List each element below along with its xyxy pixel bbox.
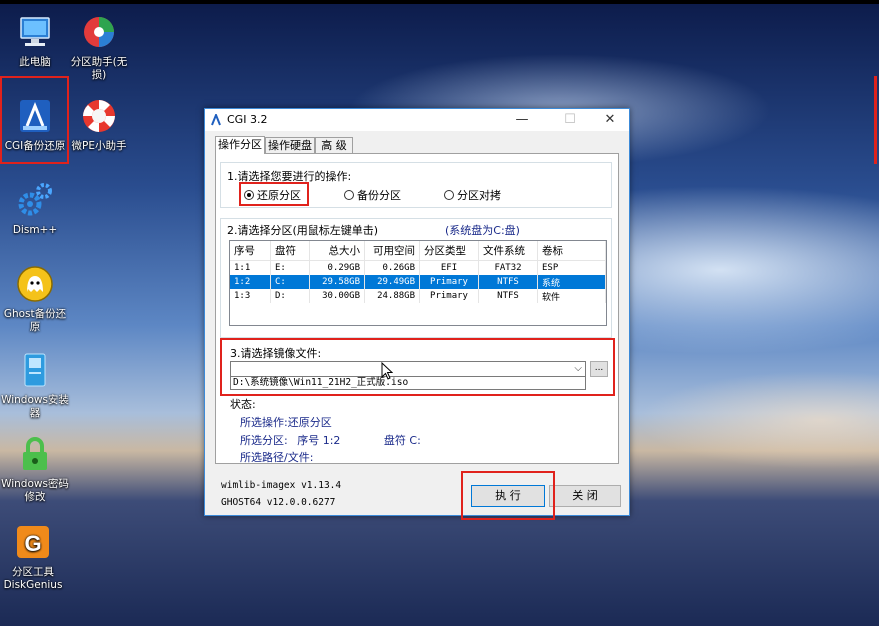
top-frame-strip	[0, 0, 879, 4]
version-ghost: GHOST64 v12.0.0.6277	[221, 497, 336, 508]
desktop-icon-dism[interactable]: Dism++	[0, 180, 70, 237]
tab-advanced[interactable]: 高 级	[315, 137, 353, 153]
cell-ptype: EFI	[419, 260, 479, 275]
cell-total: 0.29GB	[309, 260, 365, 275]
desktop-icon-label: Windows安装器	[1, 394, 69, 419]
desktop-icon-label: Windows密码修改	[1, 478, 69, 503]
cell-label: 软件	[537, 289, 606, 303]
desktop-icon-ghost-backup[interactable]: Ghost备份还原	[0, 264, 70, 334]
status-label: 所选操作:	[240, 416, 288, 429]
annotation-highlight-image-file	[220, 338, 615, 396]
cgi-window: CGI 3.2 — ☐ ✕ 操作分区 操作硬盘 高 级 1.请选择您要进行的操作…	[204, 108, 630, 516]
version-wimlib: wimlib-imagex v1.13.4	[221, 480, 342, 491]
desktop-icon-partition-assistant[interactable]: 分区助手(无损)	[64, 12, 134, 82]
cell-idx: 1:2	[230, 275, 271, 289]
cell-idx: 1:3	[230, 289, 271, 303]
tab-operate-partition[interactable]: 操作分区	[215, 136, 265, 154]
status-value: 盘符 C:	[383, 434, 421, 447]
title-bar[interactable]: CGI 3.2 — ☐ ✕	[205, 109, 629, 131]
column-header[interactable]: 序号	[230, 241, 271, 261]
column-header[interactable]: 总大小	[309, 241, 365, 261]
radio-backup-partition[interactable]: 备份分区	[344, 187, 401, 203]
status-label: 所选路径/文件:	[240, 451, 314, 464]
radio-partition-copy[interactable]: 分区对拷	[444, 187, 501, 203]
desktop-icon-wepe-helper[interactable]: 微PE小助手	[64, 96, 134, 153]
gears-icon	[15, 180, 55, 220]
ghost-icon	[15, 264, 55, 304]
radio-dot	[444, 190, 454, 200]
status-selected-path: 所选路径/文件:	[240, 449, 313, 465]
status-value: 还原分区	[287, 416, 332, 429]
radio-label: 备份分区	[357, 189, 401, 202]
mouse-cursor-icon	[381, 362, 393, 380]
desktop-icon-label: 此电脑	[19, 56, 51, 68]
lifebuoy-icon	[79, 96, 119, 136]
desktop-icon-label: Dism++	[12, 224, 58, 236]
desktop-icon-label: 分区助手(无损)	[70, 56, 128, 81]
cell-ptype: Primary	[419, 275, 479, 289]
desktop-icon-label: 微PE小助手	[71, 140, 127, 152]
cell-fs: NTFS	[478, 275, 538, 289]
minimize-button[interactable]: —	[507, 111, 537, 129]
svg-text:G: G	[24, 531, 41, 556]
desktop-icon-label: Ghost备份还原	[3, 308, 67, 333]
column-header[interactable]: 可用空间	[364, 241, 420, 261]
desktop-icon-windows-installer[interactable]: Windows安装器	[0, 350, 70, 420]
cell-free: 29.49GB	[364, 275, 420, 289]
close-button[interactable]: 关 闭	[549, 485, 621, 507]
status-selected-operation: 所选操作:还原分区	[240, 414, 332, 430]
lock-icon	[15, 434, 55, 474]
cell-drive: E:	[270, 260, 310, 275]
cell-idx: 1:1	[230, 260, 271, 275]
column-header[interactable]: 卷标	[537, 241, 606, 261]
cell-drive: C:	[270, 275, 310, 289]
tab-operate-disk[interactable]: 操作硬盘	[265, 137, 315, 153]
annotation-highlight-cgi-icon	[0, 76, 69, 164]
diskgenius-icon: G	[13, 522, 53, 562]
table-row[interactable]: 1:3 D: 30.00GB 24.88GB Primary NTFS 软件	[230, 289, 606, 303]
radio-dot	[344, 190, 354, 200]
status-selected-partition: 所选分区: 序号 1:2 盘符 C:	[240, 432, 421, 448]
status-value: 序号 1:2	[297, 434, 341, 447]
table-header-row: 序号 盘符 总大小 可用空间 分区类型 文件系统 卷标	[230, 241, 606, 261]
cell-free: 24.88GB	[364, 289, 420, 303]
status-heading: 状态:	[230, 398, 256, 411]
cell-fs: NTFS	[478, 289, 538, 303]
cell-label: ESP	[537, 260, 606, 275]
partition-assistant-icon	[79, 12, 119, 52]
cell-drive: D:	[270, 289, 310, 303]
desktop-icon-diskgenius[interactable]: G 分区工具DiskGenius	[0, 522, 68, 592]
system-drive-note: (系统盘为C:盘)	[444, 222, 521, 238]
cell-total: 29.58GB	[309, 275, 365, 289]
app-icon	[211, 112, 221, 126]
installer-box-icon	[15, 350, 55, 390]
column-header[interactable]: 分区类型	[419, 241, 479, 261]
edge-highlight-marker	[874, 76, 877, 164]
annotation-highlight-restore-option	[239, 182, 309, 206]
cell-total: 30.00GB	[309, 289, 365, 303]
cell-fs: FAT32	[478, 260, 538, 275]
column-header[interactable]: 文件系统	[478, 241, 538, 261]
partition-table[interactable]: 序号 盘符 总大小 可用空间 分区类型 文件系统 卷标 1:1 E: 0.29G…	[229, 240, 607, 326]
desktop-icon-label: 分区工具DiskGenius	[3, 566, 63, 591]
cell-ptype: Primary	[419, 289, 479, 303]
radio-label: 分区对拷	[457, 189, 501, 202]
annotation-highlight-execute	[461, 471, 555, 520]
step2-label: 2.请选择分区(用鼠标左键单击)	[226, 222, 380, 238]
column-header[interactable]: 盘符	[270, 241, 310, 261]
desktop-icon-windows-password[interactable]: Windows密码修改	[0, 434, 70, 504]
maximize-button[interactable]: ☐	[555, 111, 585, 129]
cell-label: 系统	[537, 275, 606, 289]
window-title: CGI 3.2	[227, 113, 268, 126]
table-row-selected[interactable]: 1:2 C: 29.58GB 29.49GB Primary NTFS 系统	[230, 275, 606, 289]
cell-free: 0.26GB	[364, 260, 420, 275]
desktop-icon-this-pc[interactable]: 此电脑	[0, 12, 70, 69]
computer-icon	[15, 12, 55, 52]
table-row[interactable]: 1:1 E: 0.29GB 0.26GB EFI FAT32 ESP	[230, 260, 606, 275]
status-label: 所选分区:	[240, 434, 288, 447]
close-window-button[interactable]: ✕	[595, 111, 625, 129]
